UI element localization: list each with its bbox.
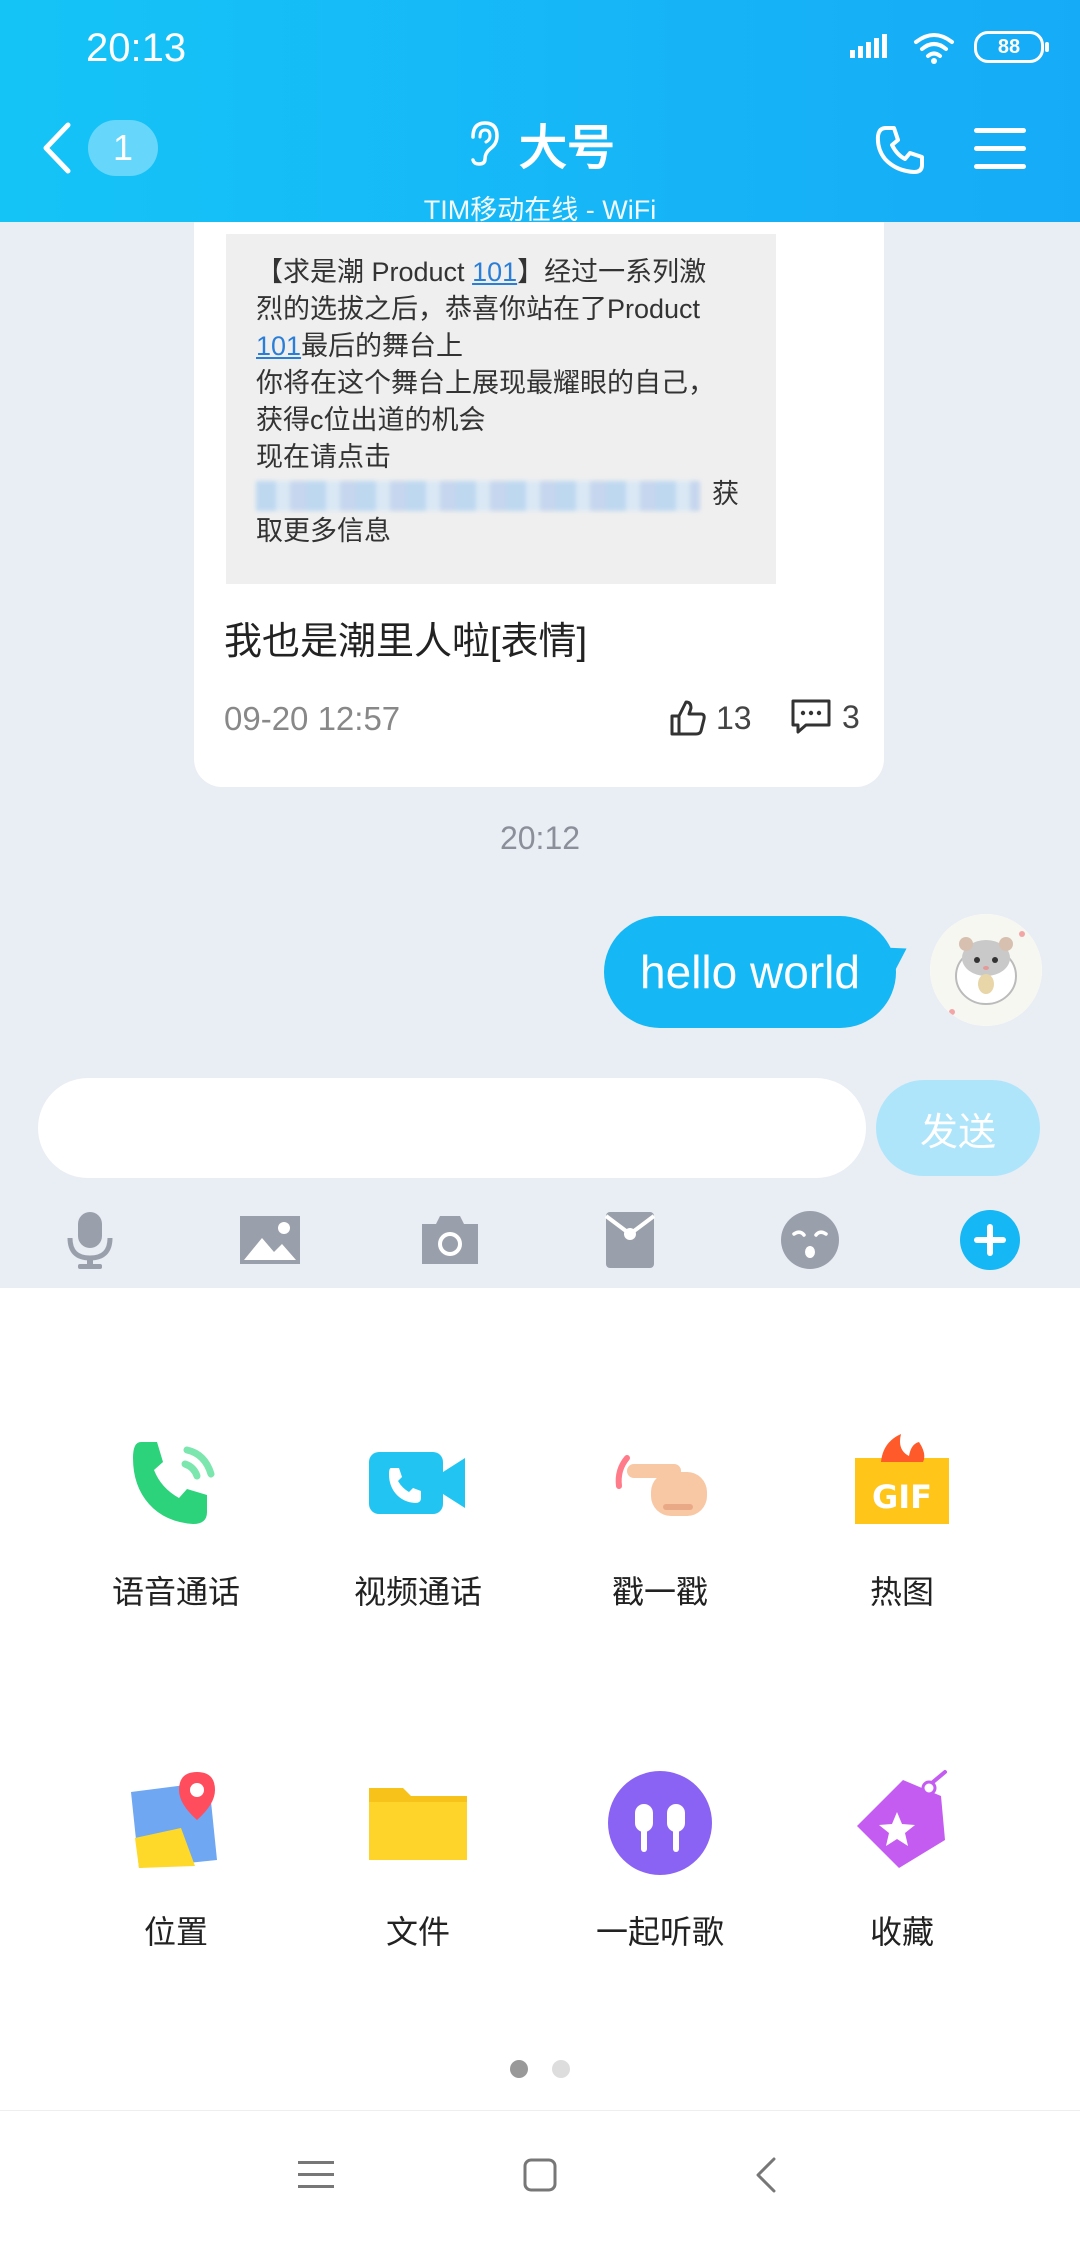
feature-label: 位置 — [143, 1914, 208, 1950]
feature-label: 视频通话 — [353, 1574, 482, 1610]
phone-call-icon[interactable] — [872, 122, 928, 178]
location-button[interactable]: 位置 — [76, 1768, 276, 1953]
card-text: 我也是潮里人啦[表情] — [224, 621, 588, 663]
page-dot[interactable] — [552, 2060, 570, 2078]
comment-button[interactable]: 3 — [790, 698, 860, 736]
chat-title: 大号 — [518, 122, 615, 175]
feature-label: 收藏 — [869, 1914, 934, 1950]
quote-line: 【求是潮 Product — [256, 257, 473, 287]
comment-count: 3 — [842, 698, 860, 735]
emoji-icon[interactable] — [778, 1208, 842, 1272]
file-icon — [369, 1788, 467, 1860]
quote-link[interactable]: 101 — [472, 257, 517, 287]
system-nav-bar — [0, 2110, 1080, 2245]
camera-icon[interactable] — [418, 1208, 482, 1272]
quote-line: 】经过一系列激 — [517, 257, 707, 287]
quote-line: 获 — [712, 479, 739, 509]
recent-apps-icon[interactable] — [298, 2159, 334, 2191]
thumbs-up-icon — [670, 700, 706, 736]
red-packet-icon[interactable] — [598, 1208, 662, 1272]
feature-label: 语音通话 — [111, 1574, 240, 1610]
ear-icon — [471, 121, 499, 166]
listen-together-button[interactable]: 一起听歌 — [560, 1768, 760, 1953]
blurred-link[interactable] — [256, 480, 700, 511]
video-call-icon — [369, 1452, 465, 1514]
battery-indicator: 88 — [974, 31, 1049, 63]
card-date: 09-20 12:57 — [224, 700, 401, 737]
quote-line: 获得c位出道的机会 — [256, 405, 486, 435]
favorites-icon — [857, 1770, 947, 1868]
quote-line: 最后的舞台上 — [301, 331, 464, 361]
quote-line: 你将在这个舞台上展现最耀眼的自己， — [256, 368, 715, 398]
feature-label: 热图 — [869, 1574, 934, 1610]
quote-line: 取更多信息 — [256, 516, 391, 546]
video-call-button[interactable]: 视频通话 — [318, 1428, 518, 1613]
wifi-icon — [914, 33, 954, 64]
signal-icon — [850, 34, 887, 58]
image-icon[interactable] — [238, 1208, 302, 1272]
location-icon — [131, 1772, 217, 1868]
send-button[interactable]: 发送 — [876, 1080, 1040, 1176]
microphone-icon[interactable] — [58, 1208, 122, 1272]
feature-label: 文件 — [385, 1914, 450, 1950]
feature-panel: 语音通话 视频通话 戳一戳 GIF 热图 位置 文件 一起听歌 收藏 — [0, 1288, 1080, 2110]
quote-link[interactable]: 101 — [256, 331, 301, 361]
quote-line: 现在请点击 — [256, 442, 391, 472]
quote-line: 烈的选拔之后，恭喜你站在了Product — [256, 294, 701, 324]
time-separator: 20:12 — [499, 820, 581, 856]
page-dot-active[interactable] — [510, 2060, 528, 2078]
avatar[interactable] — [930, 914, 1042, 1026]
svg-text:GIF: GIF — [872, 1478, 932, 1516]
poke-icon — [615, 1455, 707, 1516]
quoted-post[interactable]: 【求是潮 Product 101】经过一系列激 烈的选拔之后，恭喜你站在了Pro… — [226, 234, 776, 584]
status-icons: 88 — [850, 30, 1049, 64]
battery-level: 88 — [997, 35, 1021, 58]
favorites-button[interactable]: 收藏 — [802, 1768, 1002, 1953]
page-indicator — [0, 2060, 1080, 2078]
input-toolbar — [0, 1190, 1080, 1288]
feature-label: 戳一戳 — [611, 1574, 708, 1610]
chat-header: 20:13 88 1 大号 TIM移动在线 - WiFi — [0, 0, 1080, 225]
listen-together-icon — [608, 1771, 712, 1875]
message-bubble[interactable]: hello world — [604, 916, 896, 1028]
feature-label: 一起听歌 — [595, 1914, 724, 1950]
file-button[interactable]: 文件 — [318, 1768, 518, 1953]
like-count: 13 — [716, 699, 752, 736]
like-button[interactable]: 13 — [668, 698, 752, 738]
plus-icon[interactable] — [958, 1208, 1022, 1272]
voice-call-button[interactable]: 语音通话 — [76, 1428, 276, 1613]
status-time: 20:13 — [86, 26, 187, 70]
home-icon[interactable] — [522, 2157, 558, 2193]
hot-gif-icon: GIF — [855, 1434, 949, 1524]
message-text: hello world — [640, 946, 860, 998]
hot-gif-button[interactable]: GIF 热图 — [802, 1428, 1002, 1613]
comment-icon — [791, 699, 831, 734]
back-nav-icon[interactable] — [752, 2155, 778, 2195]
menu-icon[interactable] — [974, 128, 1026, 182]
hamster-avatar-icon — [930, 914, 1042, 1026]
poke-button[interactable]: 戳一戳 — [560, 1428, 760, 1613]
message-input[interactable] — [38, 1078, 866, 1178]
voice-call-icon — [133, 1442, 215, 1524]
